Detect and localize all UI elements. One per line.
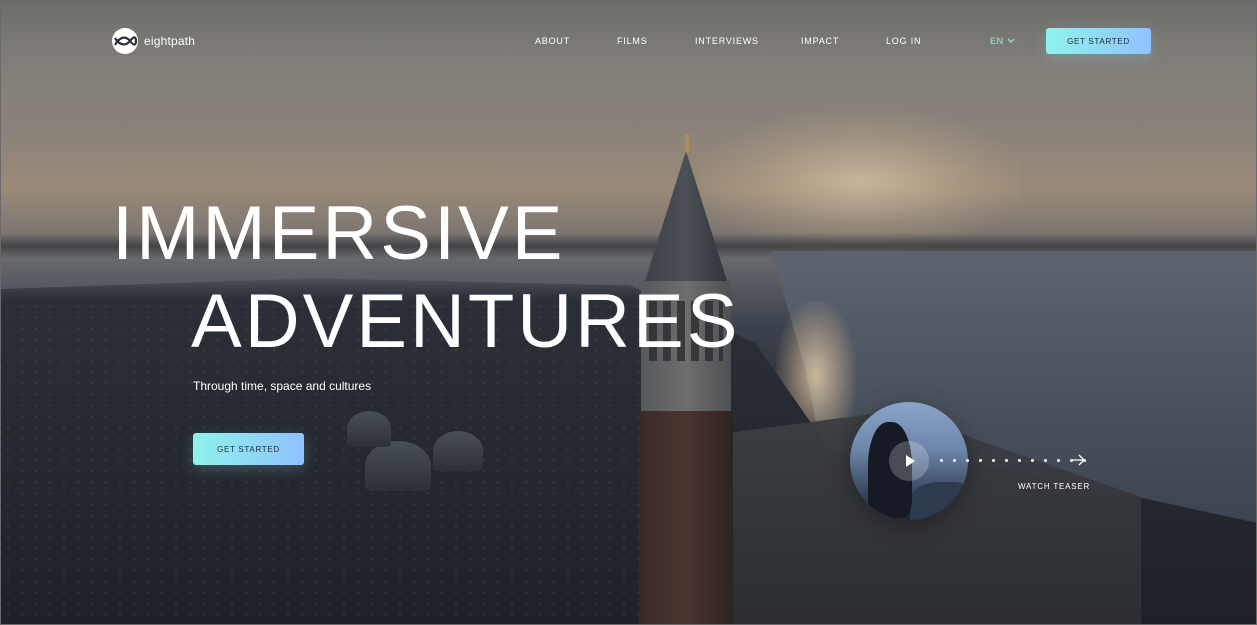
hero-get-started-button[interactable]: GET STARTED bbox=[193, 433, 304, 465]
nav-item-films[interactable]: FILMS bbox=[617, 36, 648, 46]
basilica-dome bbox=[365, 441, 431, 491]
nav-item-login[interactable]: LOG IN bbox=[886, 36, 921, 46]
hero-title-line1: IMMERSIVE bbox=[112, 191, 566, 276]
hero-subtitle: Through time, space and cultures bbox=[193, 379, 372, 393]
sun-glow bbox=[701, 111, 1021, 251]
nav-item-about[interactable]: ABOUT bbox=[535, 36, 570, 46]
nav-item-interviews[interactable]: INTERVIEWS bbox=[695, 36, 759, 46]
hero-title-line2: ADVENTURES bbox=[191, 279, 741, 364]
top-nav: eightpath ABOUT FILMS INTERVIEWS IMPACT … bbox=[1, 1, 1256, 81]
language-selector[interactable]: EN bbox=[990, 36, 1015, 46]
teaser-rock bbox=[910, 482, 968, 520]
hero-section: eightpath ABOUT FILMS INTERVIEWS IMPACT … bbox=[0, 0, 1257, 625]
basilica-dome bbox=[433, 431, 483, 471]
eightpath-logo-icon bbox=[112, 28, 138, 54]
language-label: EN bbox=[990, 36, 1004, 46]
brand-name: eightpath bbox=[144, 34, 196, 48]
basilica-dome bbox=[347, 411, 391, 447]
tower-shaft bbox=[639, 411, 733, 624]
watch-teaser-link[interactable]: WATCH TEASER bbox=[1018, 482, 1090, 491]
play-icon bbox=[906, 455, 915, 467]
nav-item-impact[interactable]: IMPACT bbox=[801, 36, 839, 46]
play-button[interactable] bbox=[889, 441, 929, 481]
arrow-right-icon[interactable] bbox=[1070, 453, 1086, 467]
teaser-dots bbox=[940, 459, 1086, 462]
nav-get-started-button[interactable]: GET STARTED bbox=[1046, 28, 1151, 54]
brand-logo[interactable]: eightpath bbox=[112, 28, 195, 54]
chevron-down-icon bbox=[1007, 38, 1015, 43]
tower-angel bbox=[685, 134, 689, 154]
